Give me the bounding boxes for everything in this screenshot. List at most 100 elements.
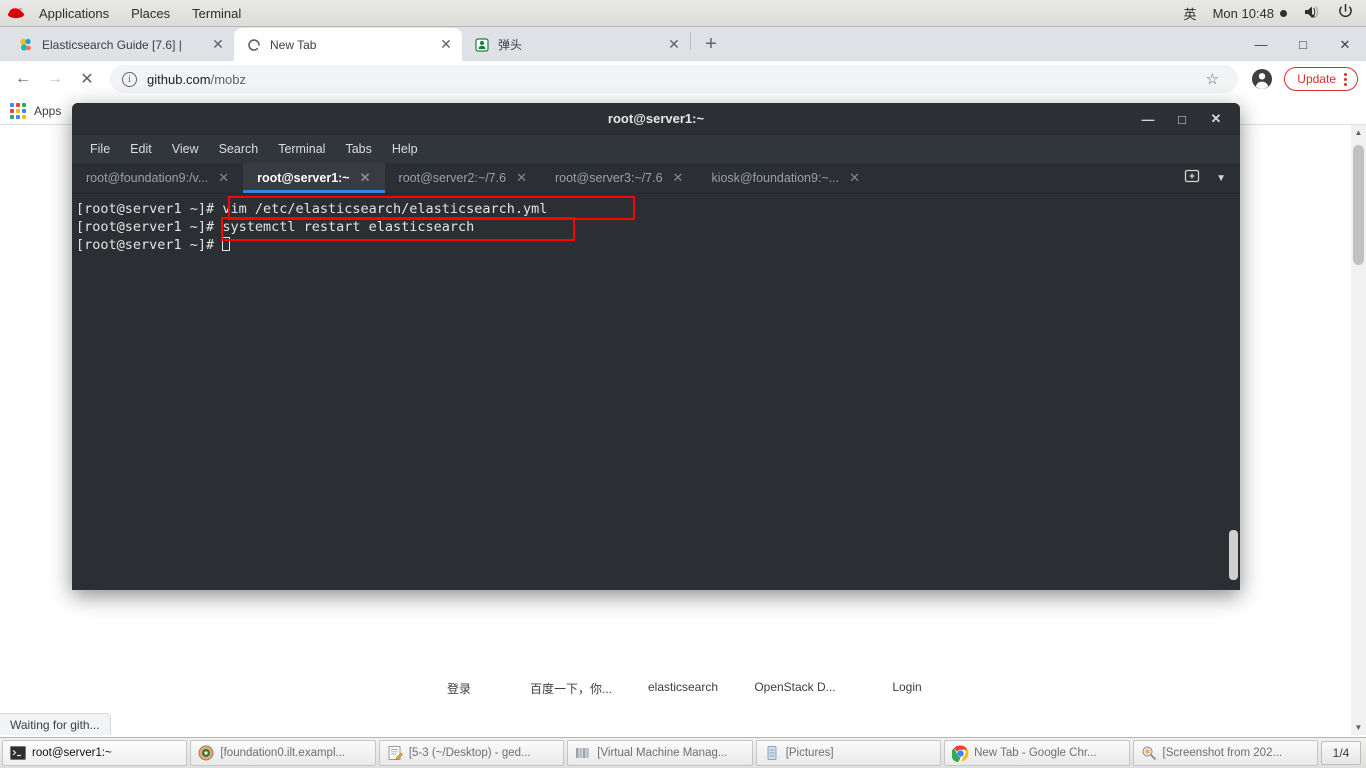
terminal-tab-close-icon[interactable]: ✕ (516, 170, 527, 186)
terminal-tab-kiosk[interactable]: kiosk@foundation9:~... ✕ (697, 163, 874, 193)
tab-close-icon[interactable]: ✕ (210, 36, 226, 53)
terminal-title-bar[interactable]: root@server1:~ — □ ✕ (72, 103, 1240, 135)
terminal-menu-terminal[interactable]: Terminal (270, 139, 333, 159)
taskbar-item-label: [Virtual Machine Manag... (597, 747, 728, 759)
terminal-tab-close-icon[interactable]: ✕ (218, 170, 229, 186)
gnome-menu-group: Applications Places Terminal (0, 3, 252, 24)
terminal-tab-actions: ▼ (1170, 163, 1240, 193)
partial-shortcut[interactable]: Login (851, 680, 963, 697)
stop-loading-button[interactable]: ✕ (72, 64, 102, 94)
browser-tab-new-tab[interactable]: New Tab ✕ (234, 28, 462, 61)
bookmark-star-icon[interactable]: ☆ (1198, 65, 1226, 93)
partial-shortcut[interactable]: 百度一下，你... (515, 680, 627, 697)
url-host: github.com (147, 71, 211, 87)
terminal-tab-label: root@server2:~/7.6 (398, 171, 507, 185)
scroll-down-arrow-icon[interactable]: ▼ (1351, 720, 1366, 735)
terminal-tab-close-icon[interactable]: ✕ (849, 170, 860, 186)
terminal-tab-close-icon[interactable]: ✕ (673, 170, 684, 186)
partial-shortcut[interactable]: elasticsearch (627, 680, 739, 697)
terminal-menu-help[interactable]: Help (384, 139, 426, 159)
terminal-menu-edit[interactable]: Edit (122, 139, 160, 159)
taskbar-item-virt-manager[interactable]: [Virtual Machine Manag... (567, 740, 753, 766)
redhat-logo-icon (6, 5, 26, 21)
tab-close-icon[interactable]: ✕ (666, 36, 682, 53)
terminal-menu-search[interactable]: Search (211, 139, 267, 159)
site-info-icon[interactable]: i (122, 71, 137, 87)
bookmarks-apps-label[interactable]: Apps (34, 104, 61, 118)
terminal-minimize-button[interactable]: — (1140, 112, 1156, 127)
new-terminal-icon[interactable] (1184, 168, 1200, 189)
gnome-applications-menu[interactable]: Applications (28, 3, 120, 24)
terminal-scrollbar-thumb[interactable] (1229, 530, 1238, 580)
taskbar-item-terminal[interactable]: root@server1:~ (2, 740, 188, 766)
terminal-menu-tabs[interactable]: Tabs (337, 139, 379, 159)
terminal-tab-foundation9[interactable]: root@foundation9:/v... ✕ (72, 163, 243, 193)
taskbar-item-vnc[interactable]: [foundation0.ilt.exampl... (190, 740, 376, 766)
elastic-favicon-icon (18, 37, 34, 53)
terminal-menu-view[interactable]: View (164, 139, 207, 159)
forward-button[interactable]: → (40, 64, 70, 94)
url-path: /mobz (210, 71, 246, 87)
terminal-tab-bar: root@foundation9:/v... ✕ root@server1:~ … (72, 163, 1240, 194)
terminal-window-controls: — □ ✕ (1140, 103, 1232, 135)
power-icon[interactable] (1337, 3, 1354, 23)
shortcut-label: Login (892, 680, 922, 694)
scroll-up-arrow-icon[interactable]: ▲ (1351, 125, 1366, 140)
terminal-tab-server1[interactable]: root@server1:~ ✕ (243, 163, 385, 193)
taskbar-item-label: New Tab - Google Chr... (974, 747, 1097, 759)
annotation-box-restart-command (221, 217, 575, 241)
partial-shortcut[interactable]: 登录 (403, 680, 515, 697)
clock-area[interactable]: Mon 10:48 (1213, 6, 1287, 21)
taskbar-item-label: [Screenshot from 202... (1162, 747, 1283, 759)
loading-spinner-icon (246, 37, 262, 53)
browser-tab-elasticsearch-guide[interactable]: Elasticsearch Guide [7.6] | ✕ (6, 28, 234, 61)
browser-tab-dantou[interactable]: 弹头 ✕ (462, 28, 690, 61)
kebab-menu-icon[interactable] (1344, 72, 1347, 86)
update-button[interactable]: Update (1284, 67, 1358, 91)
window-minimize-button[interactable]: — (1240, 28, 1282, 61)
scrollbar-thumb[interactable] (1353, 145, 1364, 265)
terminal-close-button[interactable]: ✕ (1208, 111, 1224, 127)
taskbar-item-chrome[interactable]: New Tab - Google Chr... (944, 740, 1130, 766)
taskbar-item-screenshot[interactable]: [Screenshot from 202... (1132, 740, 1318, 766)
partial-shortcut-row: 登录 百度一下，你... elasticsearch OpenStack D..… (0, 680, 1366, 697)
window-close-button[interactable]: ✕ (1324, 28, 1366, 61)
volume-muted-icon[interactable] (1303, 4, 1321, 23)
tab-close-icon[interactable]: ✕ (438, 36, 454, 53)
url-text: github.com/mobz (147, 72, 246, 87)
page-scrollbar[interactable]: ▲ ▼ (1351, 125, 1366, 735)
terminal-icon (10, 745, 26, 761)
terminal-tab-server2[interactable]: root@server2:~/7.6 ✕ (385, 163, 541, 193)
terminal-tab-label: root@foundation9:/v... (86, 171, 209, 185)
gedit-icon (387, 745, 403, 761)
profile-icon[interactable] (1248, 65, 1276, 93)
browser-tab-strip: Elasticsearch Guide [7.6] | ✕ New Tab ✕ (0, 27, 1366, 61)
back-button[interactable]: ← (8, 64, 38, 94)
address-bar[interactable]: i github.com/mobz ☆ (110, 65, 1239, 93)
taskbar-item-pictures[interactable]: [Pictures] (755, 740, 942, 766)
chevron-down-icon[interactable]: ▼ (1216, 173, 1226, 184)
terminal-tab-server3[interactable]: root@server3:~/7.6 ✕ (541, 163, 697, 193)
terminal-menu-bar: File Edit View Search Terminal Tabs Help (72, 135, 1240, 163)
terminal-maximize-button[interactable]: □ (1174, 112, 1190, 127)
shortcut-label: elasticsearch (647, 680, 719, 694)
input-method-indicator[interactable]: 英 (1184, 4, 1197, 23)
new-tab-button[interactable]: + (697, 30, 725, 58)
desktop-screen: Applications Places Terminal 英 Mon 10:48 (0, 0, 1366, 768)
taskbar-item-gedit[interactable]: [5-3 (~/Desktop) - ged... (378, 740, 565, 766)
partial-shortcut[interactable]: OpenStack D... (739, 680, 851, 697)
chrome-icon (951, 745, 969, 763)
apps-grid-icon[interactable] (10, 102, 26, 119)
terminal-title-label: root@server1:~ (607, 111, 705, 126)
gnome-places-menu[interactable]: Places (120, 3, 181, 24)
terminal-output-area[interactable]: [root@server1 ~]# vim /etc/elasticsearch… (72, 194, 1240, 590)
window-maximize-button[interactable]: □ (1282, 28, 1324, 61)
terminal-tab-label: root@server3:~/7.6 (554, 171, 663, 185)
terminal-tab-close-icon[interactable]: ✕ (360, 170, 371, 186)
browser-tab-title: New Tab (270, 37, 317, 52)
gnome-terminal-menu[interactable]: Terminal (181, 3, 252, 24)
green-person-favicon-icon (474, 37, 490, 53)
workspace-indicator[interactable]: 1/4 (1321, 741, 1361, 765)
terminal-menu-file[interactable]: File (82, 139, 118, 159)
taskbar-item-label: [5-3 (~/Desktop) - ged... (408, 747, 531, 759)
